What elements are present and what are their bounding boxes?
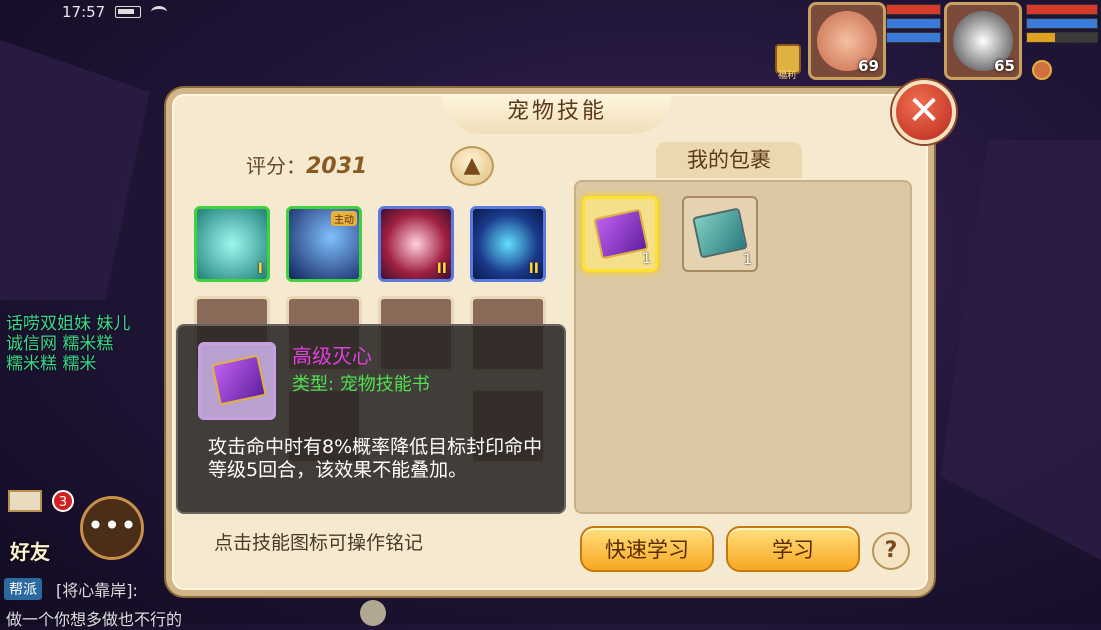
bag-icon[interactable]	[1032, 60, 1052, 80]
tooltip-item-type: 类型: 宠物技能书	[292, 374, 430, 395]
item-quantity: 1	[642, 251, 651, 267]
gift-label: 福利	[778, 71, 797, 81]
guild-chat-text: [将心靠岸]:	[56, 581, 138, 600]
hint-text: 点击技能图标可操作铭记	[214, 532, 424, 554]
score-display: 评分：2031	[246, 150, 367, 179]
arrow-up-icon: ▲	[463, 153, 481, 178]
skill-tier-badge: II	[528, 261, 539, 277]
mp-bar	[886, 18, 941, 29]
bag-item[interactable]: 1	[682, 196, 758, 272]
close-icon: ✕	[907, 88, 941, 134]
chat-line: 糯米糕 糯米	[6, 354, 97, 374]
speech-bubble-icon: •••	[87, 509, 137, 542]
skill-slot-2[interactable]: 主动	[286, 206, 362, 282]
exp-bar	[1026, 32, 1098, 43]
skill-tier-badge: I	[257, 261, 263, 277]
pet-level: 69	[858, 57, 879, 75]
help-button[interactable]: ?	[872, 532, 910, 570]
skill-book-icon	[211, 354, 267, 406]
score-value: 2031	[306, 154, 368, 179]
item-tooltip: 高级灭心 类型: 宠物技能书 攻击命中时有8%概率降低目标封印命中等级5回合，该…	[176, 324, 566, 514]
pet-1-status-bars	[886, 4, 941, 46]
bag-item-selected[interactable]: 1	[582, 196, 658, 272]
mail-icon[interactable]	[8, 490, 42, 512]
guild-channel-tag: 帮派	[4, 578, 42, 600]
item-quantity: 1	[743, 252, 752, 268]
mp-bar	[886, 32, 941, 43]
hp-bar	[1026, 4, 1098, 15]
skill-active-tag: 主动	[331, 211, 357, 226]
status-bar: 17:57	[62, 2, 168, 22]
skill-book-icon	[593, 208, 649, 260]
tooltip-item-name: 高级灭心	[292, 344, 372, 368]
chat-button[interactable]: •••	[80, 496, 144, 560]
pet-level: 65	[994, 57, 1015, 75]
upgrade-button[interactable]: ▲	[450, 146, 494, 186]
hp-bar	[886, 4, 941, 15]
chat-messages: 话唠双姐妹 妹儿 诚信网 糯米糕 糯米糕 糯米	[6, 314, 176, 374]
pet-portrait-1[interactable]: 69	[808, 2, 886, 80]
background-rock	[0, 40, 150, 300]
skill-slot-1[interactable]: I	[194, 206, 270, 282]
chat-line: 诚信网 糯米糕	[6, 334, 114, 354]
chat-line: 话唠双姐妹 妹儿	[6, 314, 131, 334]
battery-icon	[115, 6, 142, 18]
mail-count-badge: 3	[52, 490, 74, 512]
pet-2-status-bars	[1026, 4, 1098, 46]
skill-slot-4[interactable]: II	[470, 206, 546, 282]
mp-bar	[1026, 18, 1098, 29]
chat-bottom-text: 做一个你想多做也不行的	[6, 610, 183, 629]
close-button[interactable]: ✕	[892, 80, 956, 144]
panel-title: 宠物技能	[442, 94, 672, 134]
clock: 17:57	[62, 3, 106, 21]
skill-slot-3[interactable]: II	[378, 206, 454, 282]
background-rock	[940, 140, 1101, 560]
skill-book-icon	[692, 207, 748, 259]
pet-portrait-2[interactable]: 65	[944, 2, 1022, 80]
quick-learn-button[interactable]: 快速学习	[580, 526, 714, 572]
skill-tier-badge: II	[436, 261, 447, 277]
score-label: 评分：	[246, 154, 306, 178]
bag-title: 我的包裹	[656, 142, 802, 178]
learn-button[interactable]: 学习	[726, 526, 860, 572]
tooltip-description: 攻击命中时有8%概率降低目标封印命中等级5回合，该效果不能叠加。	[208, 436, 543, 481]
emoji-icon[interactable]	[360, 600, 386, 626]
tooltip-item-icon	[198, 342, 276, 420]
wifi-icon	[151, 6, 168, 18]
friends-button[interactable]: 好友	[10, 536, 50, 565]
